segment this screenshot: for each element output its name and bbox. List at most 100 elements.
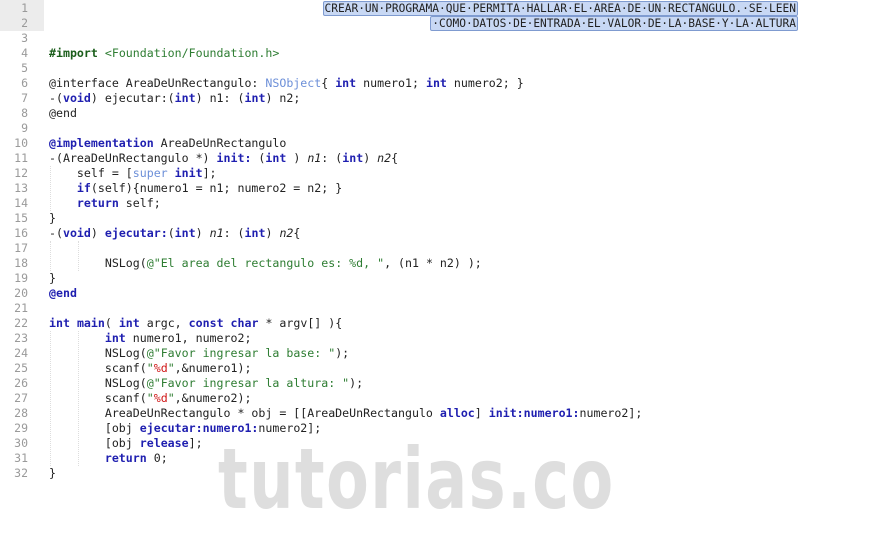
code-token: int xyxy=(342,151,364,165)
line-number: 9 xyxy=(21,121,28,135)
code-token: release xyxy=(139,436,189,450)
code-token: ( xyxy=(167,226,175,240)
code-token: ) xyxy=(195,226,210,240)
code-line[interactable]: 14 return self; xyxy=(0,196,880,211)
code-token: " xyxy=(146,391,154,405)
indent-guide xyxy=(50,331,51,466)
code-line[interactable]: 25 scanf("%d",&numero1); xyxy=(0,361,880,376)
line-number: 1 xyxy=(21,1,28,15)
line-number: 28 xyxy=(14,406,28,420)
code-line[interactable]: 23 int numero1, numero2; xyxy=(0,331,880,346)
indent-guide xyxy=(50,166,51,211)
line-number: 11 xyxy=(14,151,28,165)
code-text: scanf("%d",&numero1); xyxy=(49,361,252,376)
code-text: NSLog(@"Favor ingresar la altura: "); xyxy=(49,376,363,391)
code-token: n1 xyxy=(209,226,224,240)
code-line[interactable]: 6 @interface AreaDeUnRectangulo: NSObject… xyxy=(0,76,880,91)
code-line[interactable]: 19} xyxy=(0,271,880,286)
code-line[interactable]: 10 @implementation AreaDeUnRectangulo xyxy=(0,136,880,151)
watermark-logo: tutorias.co xyxy=(218,430,615,528)
code-token: int xyxy=(118,316,140,330)
line-number: 14 xyxy=(14,196,28,210)
code-line[interactable]: 9 xyxy=(0,121,880,136)
code-token: -( xyxy=(49,91,63,105)
code-token: " xyxy=(146,361,154,375)
line-number: 2 xyxy=(21,16,28,30)
code-token: ( xyxy=(251,151,266,165)
code-token: ) xyxy=(363,151,378,165)
code-line[interactable]: 3 xyxy=(0,31,880,46)
code-line[interactable]: 12 self = [super init]; xyxy=(0,166,880,181)
line-number: 16 xyxy=(14,226,28,240)
code-line[interactable]: 18 NSLog(@"El area del rectangulo es: %d… xyxy=(0,256,880,271)
indent-guide xyxy=(50,241,51,271)
line-number: 24 xyxy=(14,346,28,360)
code-line[interactable]: 17 xyxy=(0,241,880,256)
code-token: ) n1: ( xyxy=(195,91,245,105)
code-token: int xyxy=(265,151,287,165)
code-line[interactable]: 13 if(self){numero1 = n1; numero2 = n2; … xyxy=(0,181,880,196)
code-line[interactable]: 26 NSLog(@"Favor ingresar la altura: "); xyxy=(0,376,880,391)
code-token: : ( xyxy=(223,226,245,240)
line-number: 26 xyxy=(14,376,28,390)
code-text: return self; xyxy=(49,196,161,211)
code-line[interactable]: 4 #import <Foundation/Foundation.h> xyxy=(0,46,880,61)
line-number: 21 xyxy=(14,301,28,315)
code-text: -(void) ejecutar:(int) n1: (int) n2; xyxy=(49,91,300,106)
code-token: @interface AreaDeUnRectangulo: xyxy=(49,76,266,90)
code-line[interactable]: 27 scanf("%d",&numero2); xyxy=(0,391,880,406)
code-line[interactable]: 22 int main( int argc, const char * argv[… xyxy=(0,316,880,331)
code-token: 0; xyxy=(146,451,168,465)
code-token: main xyxy=(76,316,105,330)
code-line[interactable]: 8 @end xyxy=(0,106,880,121)
code-token: ] xyxy=(474,406,489,420)
code-token: numero1, numero2; xyxy=(125,331,252,345)
code-token: %d xyxy=(153,361,168,375)
code-text: } xyxy=(49,271,56,286)
code-token: @end xyxy=(49,286,77,300)
code-text: return 0; xyxy=(49,451,168,466)
code-line[interactable]: 11 -(AreaDeUnRectangulo *) init: (int ) n… xyxy=(0,151,880,166)
code-token: } xyxy=(49,271,56,285)
code-token: NSLog( xyxy=(49,256,147,270)
code-token: { xyxy=(321,76,336,90)
code-text: int numero1, numero2; xyxy=(49,331,252,346)
code-token: } xyxy=(49,211,56,225)
code-token: <Foundation/Foundation.h> xyxy=(97,46,280,60)
code-line[interactable]: 7 -(void) ejecutar:(int) n1: (int) n2; xyxy=(0,91,880,106)
line-number: 31 xyxy=(14,451,28,465)
code-token: argc, xyxy=(139,316,189,330)
code-line[interactable]: 21 xyxy=(0,301,880,316)
code-token: int xyxy=(244,226,266,240)
code-token: super xyxy=(132,166,168,180)
code-token: " xyxy=(167,361,175,375)
code-token: self = [ xyxy=(49,166,133,180)
code-token: int xyxy=(104,331,126,345)
code-text: } xyxy=(49,466,56,481)
code-text: } xyxy=(49,211,56,226)
header-comment-line-2: ·COMO·DATOS·DE·ENTRADA·EL·VALOR·DE·LA·BA… xyxy=(430,16,798,31)
code-token: int xyxy=(174,226,196,240)
code-line[interactable]: 5 xyxy=(0,61,880,76)
code-token: [obj xyxy=(49,421,140,435)
code-text: @end xyxy=(49,106,77,121)
line-number: 13 xyxy=(14,181,28,195)
code-token: return xyxy=(104,451,147,465)
code-token: if xyxy=(76,181,91,195)
indent-guide xyxy=(78,331,79,466)
code-token: %d xyxy=(153,391,168,405)
code-token: [obj xyxy=(49,436,140,450)
code-line[interactable]: 15} xyxy=(0,211,880,226)
line-number: 29 xyxy=(14,421,28,435)
code-line[interactable]: 16 -(void) ejecutar:(int) n1: (int) n2{ xyxy=(0,226,880,241)
code-token: * argv[] ){ xyxy=(258,316,343,330)
code-line[interactable]: 28 AreaDeUnRectangulo * obj = [[AreaDeUn… xyxy=(0,406,880,421)
code-line[interactable]: 20 @end xyxy=(0,286,880,301)
code-line[interactable]: 24 NSLog(@"Favor ingresar la base: "); xyxy=(0,346,880,361)
line-number: 18 xyxy=(14,256,28,270)
